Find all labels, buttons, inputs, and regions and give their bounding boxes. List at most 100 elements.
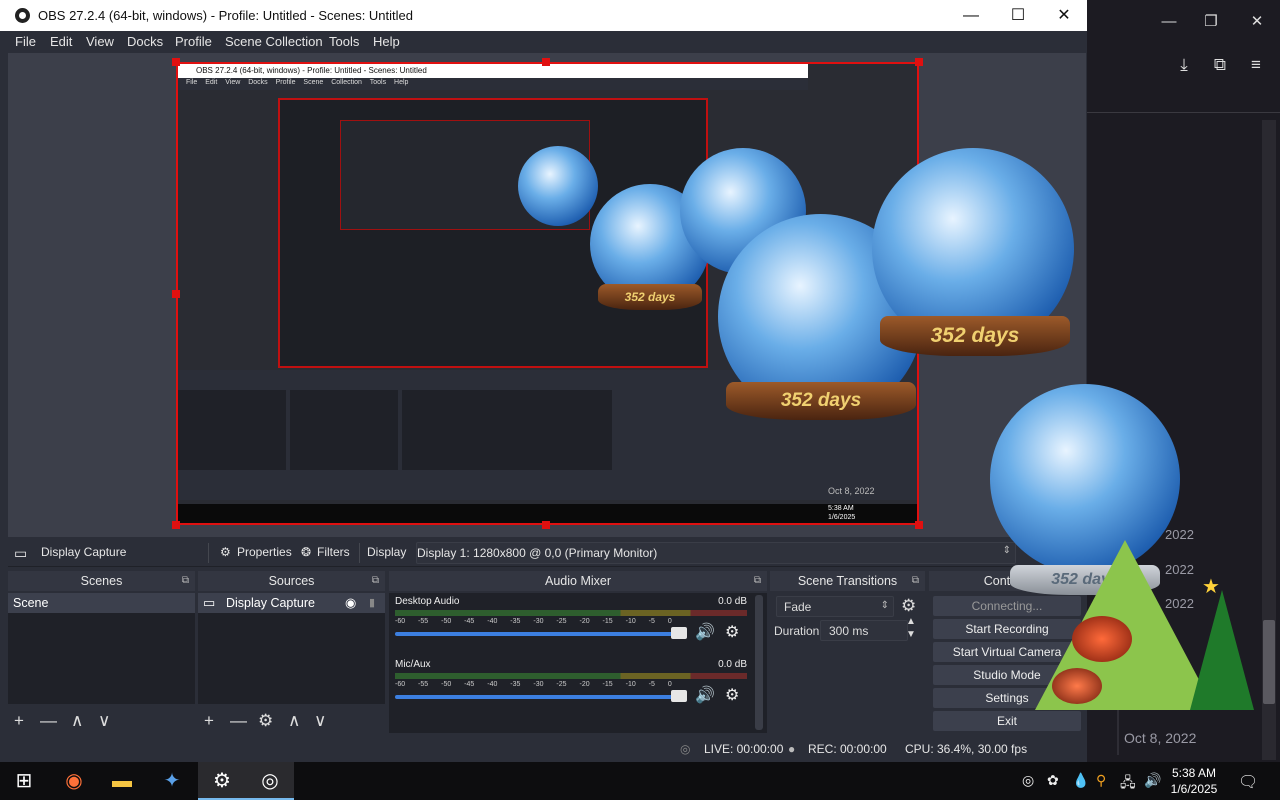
source-item[interactable]: ▭ Display Capture ◉ ▮ [198, 593, 385, 613]
firefox-icon[interactable]: ◉ [50, 762, 98, 800]
display-select[interactable]: Display 1: 1280x800 @ 0,0 (Primary Monit… [416, 542, 1016, 564]
menu-scene-collection[interactable]: Scene Collection [225, 34, 323, 49]
selected-source-name: Display Capture [41, 545, 127, 559]
duration-value: 300 ms [829, 624, 869, 638]
notifications-icon[interactable]: 🗨 [1238, 772, 1258, 792]
resize-handle-t[interactable] [542, 58, 550, 66]
bg-minimize-button[interactable]: — [1157, 10, 1181, 34]
volume-slider[interactable] [395, 695, 685, 699]
chevron-updown-icon: ⇕ [880, 600, 889, 611]
obs-tray-icon[interactable]: ◎ [1022, 772, 1034, 789]
taskbar-clock[interactable]: 5:38 AM 1/6/2025 [1168, 765, 1220, 797]
sources-list[interactable]: ▭ Display Capture ◉ ▮ [198, 593, 385, 704]
network-icon[interactable]: 🖧 [1120, 772, 1136, 796]
transition-select[interactable]: Fade ⇕ [776, 596, 894, 617]
resize-handle-bl[interactable] [172, 521, 180, 529]
ornament-image [1052, 668, 1102, 704]
drop-icon[interactable]: 💧 [1072, 772, 1089, 789]
volume-slider[interactable] [395, 632, 685, 636]
float-icon[interactable]: ⧉ [182, 571, 189, 591]
transition-value: Fade [784, 600, 812, 614]
maximize-button[interactable]: ☐ [995, 3, 1041, 29]
close-button[interactable]: ✕ [1041, 3, 1087, 29]
gear-icon[interactable]: ⚙ [725, 622, 739, 642]
gear-icon: ⚙ [220, 545, 231, 559]
remove-icon[interactable]: — [40, 711, 57, 731]
gear-icon[interactable]: ⚙ [725, 685, 739, 705]
menu-profile[interactable]: Profile [175, 34, 212, 49]
resize-handle-l[interactable] [172, 290, 180, 298]
globe-label-right: 352 days [880, 316, 1070, 356]
duration-spinbox[interactable]: 300 ms [820, 620, 908, 641]
exit-button[interactable]: Exit [933, 711, 1081, 731]
scenes-header: Scenes ⧉ [8, 571, 195, 591]
minimize-button[interactable]: — [948, 3, 994, 29]
volume-meter [395, 610, 747, 616]
eye-icon[interactable]: ◉ [345, 593, 356, 613]
speaker-icon[interactable]: 🔊 [695, 622, 715, 642]
mixer-scrollbar[interactable] [755, 595, 763, 730]
bg-close-button[interactable]: ✕ [1245, 10, 1269, 34]
monitor-icon: ▭ [14, 545, 28, 561]
sources-toolbar: + — ⚙ ∧ ∨ [198, 707, 385, 735]
duration-label: Duration [774, 624, 820, 638]
resize-handle-b[interactable] [542, 521, 550, 529]
menu-tools[interactable]: Tools [329, 34, 359, 49]
move-down-icon[interactable]: ∨ [98, 711, 110, 731]
scenes-list[interactable]: Scene [8, 593, 195, 704]
decrement-icon[interactable]: ▼ [906, 629, 916, 640]
display-label: Display [367, 545, 407, 559]
volume-meter [395, 673, 747, 679]
obs-taskbar-icon[interactable]: ◎ [246, 762, 294, 800]
float-icon[interactable]: ⧉ [372, 571, 379, 591]
window-title: OBS 27.2.4 (64-bit, windows) - Profile: … [38, 8, 413, 23]
increment-icon[interactable]: ▲ [906, 616, 916, 627]
bg-restore-button[interactable]: ❐ [1199, 10, 1223, 34]
resize-handle-tl[interactable] [172, 58, 180, 66]
move-down-icon[interactable]: ∨ [314, 711, 326, 731]
resize-handle-tr[interactable] [915, 58, 923, 66]
scene-item[interactable]: Scene [8, 593, 195, 613]
volume-icon[interactable]: 🔊 [1144, 772, 1161, 789]
menu-docks[interactable]: Docks [127, 34, 163, 49]
lock-icon[interactable]: ▮ [369, 593, 375, 613]
menu-icon[interactable]: ≡ [1243, 52, 1269, 78]
nested-title: OBS 27.2.4 (64-bit, windows) - Profile: … [178, 64, 808, 78]
volume-slider-handle[interactable] [671, 690, 687, 702]
move-up-icon[interactable]: ∧ [288, 711, 300, 731]
remove-icon[interactable]: — [230, 711, 247, 731]
add-icon[interactable]: + [14, 711, 24, 731]
settings-icon[interactable]: ⚙ [198, 762, 246, 800]
display-capture-source[interactable]: OBS 27.2.4 (64-bit, windows) - Profile: … [176, 62, 919, 525]
menu-edit[interactable]: Edit [50, 34, 72, 49]
menu-help[interactable]: Help [373, 34, 400, 49]
gear-icon[interactable]: ⚙ [258, 711, 273, 731]
scenes-dock: Scenes ⧉ Scene + — ∧ ∨ [8, 571, 195, 736]
download-icon[interactable]: ⤓ [1171, 52, 1197, 78]
menu-view[interactable]: View [86, 34, 114, 49]
channel-db: 0.0 dB [718, 659, 747, 670]
speaker-icon[interactable]: 🔊 [695, 685, 715, 705]
gear-icon[interactable]: ⚙ [901, 596, 916, 616]
menu-file[interactable]: File [15, 34, 36, 49]
start-button[interactable]: ⊞ [0, 762, 48, 800]
nested-day: 1/6/2025 [828, 514, 856, 521]
properties-button[interactable]: Properties [237, 545, 292, 559]
extensions-icon[interactable]: ⧉ [1207, 52, 1233, 78]
app-icon[interactable]: ✦ [148, 762, 196, 800]
filters-button[interactable]: Filters [317, 545, 350, 559]
tray-app-icon[interactable]: ✿ [1047, 772, 1059, 789]
volume-slider-handle[interactable] [671, 627, 687, 639]
bg-scrollbar-thumb[interactable] [1263, 620, 1275, 704]
search-tray-icon[interactable]: ⚲ [1096, 772, 1106, 789]
resize-handle-br[interactable] [915, 521, 923, 529]
float-icon[interactable]: ⧉ [754, 571, 761, 591]
clock-time: 5:38 AM [1171, 766, 1217, 780]
add-icon[interactable]: + [204, 711, 214, 731]
float-icon[interactable]: ⧉ [912, 571, 919, 591]
sources-dock: Sources ⧉ ▭ Display Capture ◉ ▮ + — ⚙ ∧ ∨ [198, 571, 385, 736]
nested-date: Oct 8, 2022 [828, 486, 875, 496]
move-up-icon[interactable]: ∧ [71, 711, 83, 731]
menu-bar: File Edit View Docks Profile Scene Colle… [0, 31, 1087, 53]
file-explorer-icon[interactable]: ▬ [98, 762, 146, 800]
